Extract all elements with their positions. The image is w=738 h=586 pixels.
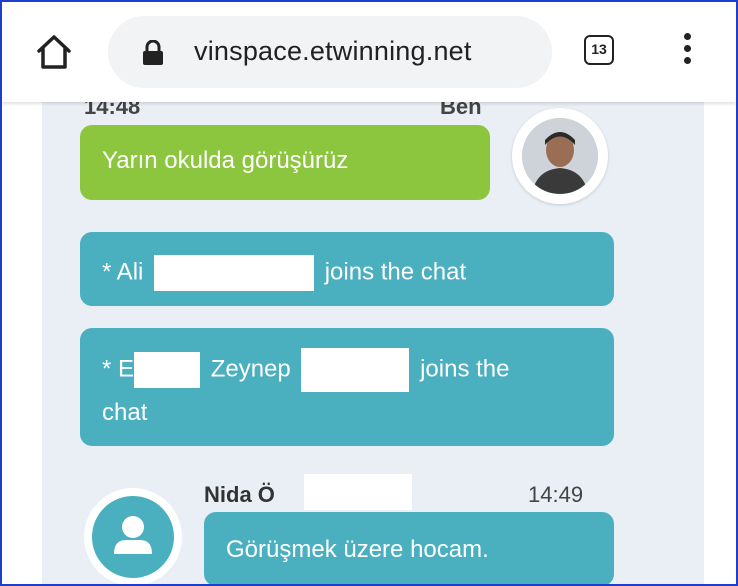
lock-icon [143,40,163,65]
redacted-surname [304,474,412,510]
system-message-suffix: joins the [420,355,510,383]
system-message-prefix: * Ali [102,258,144,286]
own-message-bubble: Yarın okulda görüşürüz [80,125,490,200]
home-icon[interactable] [34,32,74,72]
redacted-name [301,348,410,392]
system-message-suffix-wrap: chat [102,399,148,426]
tab-switcher-button[interactable]: 13 [584,35,614,65]
default-avatar [92,496,174,578]
redacted-name [134,352,201,388]
incoming-message-bubble: Görüşmek üzere hocam. [204,512,614,584]
message-sender: Ben [440,102,482,119]
url-text: vinspace.etwinning.net [194,36,472,66]
system-message-name: Zeynep [210,355,291,383]
user-photo [522,118,598,194]
avatar [84,488,182,584]
system-message-bubble: * E Zeynep joins the chat [80,328,614,446]
user-icon [114,516,152,554]
message-time: 14:48 [84,102,141,119]
message-time: 14:49 [528,482,584,507]
address-bar[interactable]: vinspace.etwinning.net [108,16,552,88]
system-message-bubble: * Ali joins the chat [80,232,614,306]
chat-panel: 14:48 Ben Yarın okulda görüşürüz * Ali j… [42,102,704,584]
redacted-name [154,255,315,291]
message-text: Yarın okulda görüşürüz [102,147,349,174]
browser-toolbar: vinspace.etwinning.net 13 [2,2,736,102]
system-message-prefix: * E [102,355,135,383]
more-vert-icon[interactable] [682,33,692,73]
message-text: Görüşmek üzere hocam. [226,536,489,563]
avatar [512,108,608,204]
system-message-suffix: joins the chat [324,258,467,286]
screenshot-frame: vinspace.etwinning.net 13 14:48 Ben Yarı… [0,0,738,586]
message-sender: Nida Ö [204,482,275,507]
